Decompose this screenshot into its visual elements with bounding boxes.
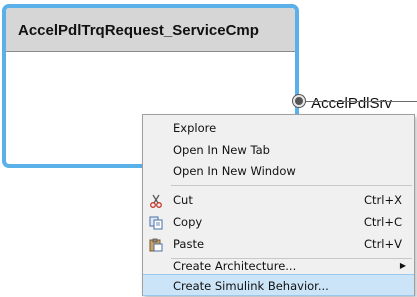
menu-item-open-in-new-tab[interactable]: Open In New Tab <box>143 139 414 161</box>
menu-item-label: Create Simulink Behavior... <box>173 279 329 293</box>
port-label: AccelPdlSrv <box>311 95 392 112</box>
menu-item-label: Paste <box>173 237 205 251</box>
menu-item-open-in-new-window[interactable]: Open In New Window <box>143 160 414 182</box>
paste-icon <box>149 237 163 252</box>
copy-icon <box>149 215 163 230</box>
menu-item-paste[interactable]: Paste Ctrl+V <box>143 233 414 255</box>
menu-item-label: Open In New Tab <box>173 143 270 157</box>
menu-separator <box>171 185 412 186</box>
menu-item-label: Open In New Window <box>173 164 296 178</box>
menu-item-shortcut: Ctrl+V <box>364 237 402 251</box>
port-connector[interactable] <box>293 95 305 107</box>
menu-item-label: Cut <box>173 193 193 207</box>
menu-item-shortcut: Ctrl+C <box>363 215 402 229</box>
menu-item-shortcut: Ctrl+X <box>364 193 402 207</box>
component-title: AccelPdlTrqRequest_ServiceCmp <box>6 8 295 52</box>
scissors-icon <box>149 193 163 208</box>
menu-item-explore[interactable]: Explore <box>143 117 414 139</box>
menu-item-copy[interactable]: Copy Ctrl+C <box>143 211 414 233</box>
menu-item-label: Explore <box>173 121 217 135</box>
menu-item-create-simulink-behavior[interactable]: Create Simulink Behavior... <box>143 274 414 296</box>
menu-item-label: Copy <box>173 215 203 229</box>
menu-item-cut[interactable]: Cut Ctrl+X <box>143 189 414 211</box>
connection-line[interactable] <box>306 101 417 102</box>
context-menu: Explore Open In New Tab Open In New Wind… <box>142 114 415 296</box>
